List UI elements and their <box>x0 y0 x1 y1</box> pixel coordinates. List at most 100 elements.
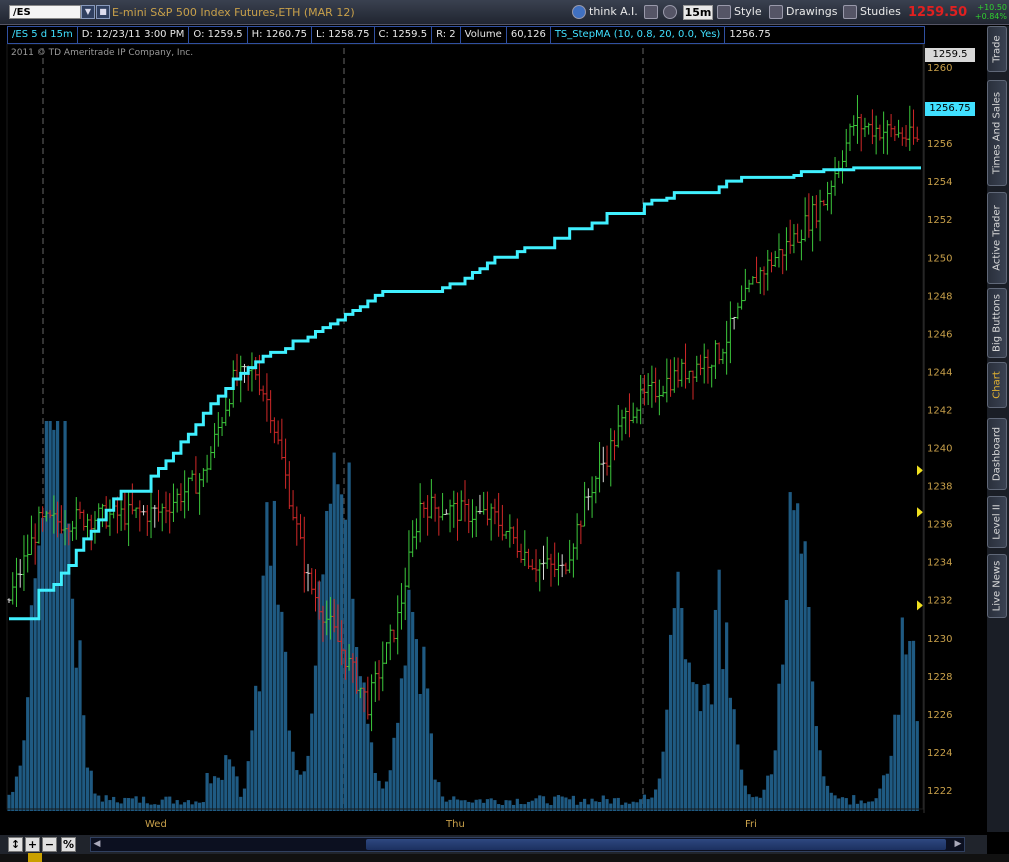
volume-bar <box>500 804 504 811</box>
alert-marker-icon <box>917 507 923 518</box>
collapse-icon[interactable] <box>28 853 42 862</box>
volume-bar <box>347 462 351 811</box>
volume-bar <box>422 646 426 811</box>
globe-icon <box>572 5 586 19</box>
volume-bar <box>295 770 299 811</box>
volume-bar <box>687 662 691 811</box>
style-button[interactable]: Style <box>717 4 762 20</box>
tab-trade[interactable]: Trade <box>987 26 1007 72</box>
volume-bar <box>680 608 684 811</box>
volume-bar <box>773 750 777 811</box>
volume-bar <box>149 804 153 811</box>
volume-bar <box>328 503 333 811</box>
volume-bar <box>788 492 792 811</box>
volume-bar <box>55 421 60 811</box>
tab-times-and-sales[interactable]: Times And Sales <box>987 80 1007 186</box>
bar-close: C: 1259.5 <box>375 27 433 43</box>
volume-bar <box>811 681 815 811</box>
tab-live-news[interactable]: Live News <box>987 554 1007 618</box>
volume-bar <box>201 802 205 811</box>
symbol-link-icon[interactable]: ■ <box>96 5 110 19</box>
zoom-out-button[interactable]: − <box>42 837 57 852</box>
volume-bar <box>822 776 826 811</box>
scroll-thumb[interactable] <box>366 839 946 850</box>
volume-bar <box>198 802 202 811</box>
volume-label[interactable]: Volume <box>461 27 507 43</box>
volume-bar <box>82 715 86 811</box>
volume-bar <box>384 781 389 811</box>
scroll-left-icon[interactable]: ◀ <box>92 839 102 850</box>
volume-bar <box>908 641 912 811</box>
clock-button[interactable] <box>663 4 680 20</box>
symbol-input[interactable]: /ES <box>9 5 81 19</box>
volume-bar <box>377 780 381 811</box>
zoom-fit-button[interactable]: ↕ <box>8 837 23 852</box>
volume-bar <box>467 801 471 811</box>
volume-bar <box>784 600 789 811</box>
think-ai-button[interactable]: think A.I. <box>572 4 638 20</box>
zoom-in-button[interactable]: + <box>25 837 40 852</box>
volume-bar <box>624 802 628 811</box>
volume-bar <box>407 589 411 811</box>
tab-label: Dashboard <box>991 426 1003 482</box>
volume-bar <box>388 770 392 811</box>
wrench-icon <box>717 5 731 19</box>
symbol-period[interactable]: /ES 5 d 15m <box>8 27 78 43</box>
price-tick-label: 1240 <box>927 444 952 455</box>
drawings-button[interactable]: Drawings <box>769 4 837 20</box>
volume-bar <box>190 804 194 811</box>
chart-info-bar: /ES 5 d 15m D: 12/23/11 3:00 PM O: 1259.… <box>7 26 925 44</box>
volume-bar <box>721 669 725 811</box>
scissors-button[interactable] <box>644 4 661 20</box>
tab-dashboard[interactable]: Dashboard <box>987 418 1007 490</box>
pencil-icon <box>769 5 783 19</box>
volume-bar <box>306 755 310 811</box>
bar-range: R: 2 <box>432 27 461 43</box>
tab-active-trader[interactable]: Active Trader <box>987 192 1007 284</box>
volume-bar <box>736 744 740 811</box>
volume-bar <box>777 683 781 811</box>
studies-button[interactable]: Studies <box>843 4 901 20</box>
volume-bar <box>657 778 661 811</box>
percent-scale-button[interactable]: % <box>61 837 76 852</box>
last-price-marker: 1259.5 <box>925 48 975 62</box>
volume-bar <box>396 722 400 811</box>
volume-bar <box>814 726 818 811</box>
time-scrollbar[interactable]: ◀ ▶ <box>90 837 965 852</box>
study-label[interactable]: TS_StepMA (10, 0.8, 20, 0.0, Yes) <box>551 27 726 43</box>
price-chart[interactable]: 1222 1224 1226 1228 1230 1232 1234 1236 1238 1240… <box>0 44 987 813</box>
volume-bar <box>209 783 213 811</box>
symbol-dropdown-icon[interactable]: ▼ <box>81 5 95 19</box>
volume-bar <box>717 569 721 811</box>
volume-bar <box>878 788 882 811</box>
day-label-fri: Fri <box>745 819 757 830</box>
tab-big-buttons[interactable]: Big Buttons <box>987 288 1007 358</box>
price-tick-label: 1256 <box>927 139 952 150</box>
volume-bar <box>713 609 718 811</box>
volume-bar <box>26 697 30 811</box>
volume-bar <box>807 607 811 811</box>
tab-chart[interactable]: Chart <box>987 362 1007 408</box>
volume-bar <box>179 804 183 811</box>
tab-level-ii[interactable]: Level II <box>987 496 1007 548</box>
price-tick-label: 1248 <box>927 291 952 302</box>
volume-bar <box>882 775 886 811</box>
percent-change-value: +0.84% <box>974 12 1007 21</box>
volume-bar <box>594 801 598 811</box>
volume-bar <box>414 639 419 811</box>
volume-bar <box>519 804 523 811</box>
bar-date: D: 12/23/11 3:00 PM <box>78 27 190 43</box>
scroll-right-icon[interactable]: ▶ <box>953 839 963 850</box>
volume-bar <box>889 755 893 811</box>
volume-bar <box>739 769 744 811</box>
volume-bar <box>183 802 187 811</box>
volume-bar <box>732 709 736 811</box>
volume-bar <box>392 737 396 811</box>
volume-bar <box>829 792 833 811</box>
volume-bar <box>482 802 486 811</box>
volume-bar <box>885 773 889 811</box>
copyright-text: 2011 © TD Ameritrade IP Company, Inc. <box>11 48 194 58</box>
chart-bottom-bar: ↕ + − % ◀ ▶ <box>0 835 987 854</box>
volume-bar <box>848 804 852 811</box>
timeframe-selector[interactable]: 15m <box>683 5 713 20</box>
